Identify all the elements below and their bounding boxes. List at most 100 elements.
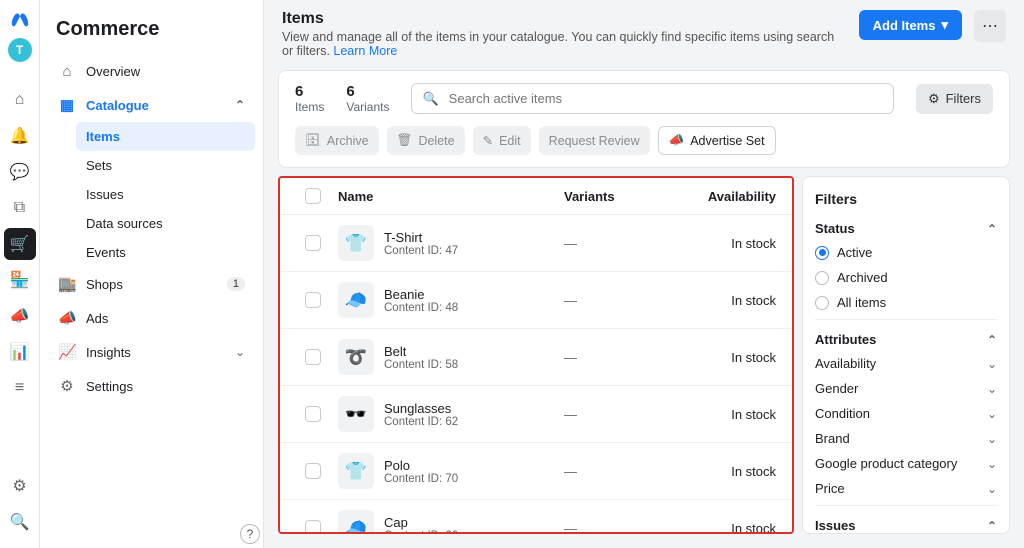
row-checkbox[interactable] (305, 235, 321, 251)
table-row[interactable]: 🧢CapContent ID: 60—In stock (280, 500, 792, 534)
variants-cell: — (564, 236, 674, 251)
chevron-up-icon: ⌃ (235, 98, 245, 112)
analytics-icon[interactable]: 📊 (4, 336, 36, 368)
sidebar-item-ads[interactable]: 📣 Ads (48, 301, 255, 335)
search-icon[interactable]: 🔍 (4, 506, 36, 538)
sidebar-item-settings[interactable]: ⚙ Settings (48, 369, 255, 403)
copy-icon[interactable]: ⧉ (4, 192, 36, 224)
request-review-button[interactable]: Request Review (539, 126, 650, 155)
megaphone-icon: 📣 (669, 133, 685, 148)
menu-icon[interactable]: ≡ (4, 372, 36, 404)
filter-section-issues[interactable]: Issues ⌃ (815, 514, 997, 534)
bell-icon[interactable]: 🔔 (4, 120, 36, 152)
more-button[interactable]: ⋯ (974, 10, 1006, 42)
radio-icon (815, 246, 829, 260)
store-icon[interactable]: 🏪 (4, 264, 36, 296)
chevron-up-icon: ⌃ (987, 333, 997, 347)
page-subtitle: View and manage all of the items in your… (282, 30, 847, 58)
table-header: Name Variants Availability (280, 178, 792, 215)
attribute-row[interactable]: Price⌄ (815, 476, 997, 501)
product-meta: Content ID: 48 (384, 302, 458, 314)
chevron-up-icon: ⌃ (987, 519, 997, 533)
megaphone-icon: 📣 (58, 309, 76, 327)
sidebar-item-shops[interactable]: 🏬 Shops 1 (48, 267, 255, 301)
row-checkbox[interactable] (305, 349, 321, 365)
variants-cell: — (564, 293, 674, 308)
product-thumbnail: ➰ (338, 339, 374, 375)
variants-cell: — (564, 464, 674, 479)
row-checkbox[interactable] (305, 406, 321, 422)
sidebar-item-sets[interactable]: Sets (76, 151, 255, 180)
archive-button[interactable]: 🗄Archive (295, 126, 379, 155)
product-meta: Content ID: 58 (384, 359, 458, 371)
sidebar-item-catalogue[interactable]: ▦ Catalogue ⌃ (48, 88, 255, 122)
availability-cell: In stock (674, 464, 784, 479)
sidebar-item-data-sources[interactable]: Data sources (76, 209, 255, 238)
add-items-button[interactable]: Add Items ▾ (859, 10, 962, 40)
sidebar-item-label: Insights (86, 345, 131, 360)
items-table: Name Variants Availability 👕T-ShirtConte… (278, 176, 794, 534)
edit-button[interactable]: ✎Edit (473, 126, 531, 155)
attribute-row[interactable]: Availability⌄ (815, 351, 997, 376)
sidebar-item-events[interactable]: Events (76, 238, 255, 267)
chevron-down-icon: ⌄ (987, 407, 997, 421)
filters-title: Filters (815, 191, 997, 207)
attribute-row[interactable]: Brand⌄ (815, 426, 997, 451)
filter-section-status[interactable]: Status ⌃ (815, 217, 997, 240)
chat-icon[interactable]: 💬 (4, 156, 36, 188)
product-name: Sunglasses (384, 401, 458, 416)
availability-cell: In stock (674, 521, 784, 535)
advertise-set-button[interactable]: 📣Advertise Set (658, 126, 776, 155)
variants-cell: — (564, 407, 674, 422)
shop-icon: 🏬 (58, 275, 76, 293)
sidebar-item-overview[interactable]: ⌂ Overview (48, 55, 255, 88)
col-name: Name (338, 189, 564, 204)
select-all-checkbox[interactable] (305, 188, 321, 204)
megaphone-icon[interactable]: 📣 (4, 300, 36, 332)
availability-cell: In stock (674, 236, 784, 251)
home-icon[interactable]: ⌂ (4, 84, 36, 116)
product-thumbnail: 🕶️ (338, 396, 374, 432)
gear-icon[interactable]: ⚙ (4, 470, 36, 502)
learn-more-link[interactable]: Learn More (333, 44, 397, 58)
sidebar-item-label: Catalogue (86, 98, 149, 113)
attribute-row[interactable]: Condition⌄ (815, 401, 997, 426)
metric-items: 6 Items (295, 83, 324, 114)
status-active[interactable]: Active (815, 240, 997, 265)
status-archived[interactable]: Archived (815, 265, 997, 290)
table-row[interactable]: ➰BeltContent ID: 58—In stock (280, 329, 792, 386)
sidebar-item-label: Settings (86, 379, 133, 394)
table-row[interactable]: 👕PoloContent ID: 70—In stock (280, 443, 792, 500)
sidebar-item-issues[interactable]: Issues (76, 180, 255, 209)
row-checkbox[interactable] (305, 292, 321, 308)
variants-cell: — (564, 521, 674, 535)
table-row[interactable]: 👕T-ShirtContent ID: 47—In stock (280, 215, 792, 272)
filters-panel: Filters Status ⌃ Active Archived All ite… (802, 176, 1010, 534)
attribute-row[interactable]: Gender⌄ (815, 376, 997, 401)
cart-icon[interactable]: 🛒 (4, 228, 36, 260)
caret-down-icon: ▾ (941, 17, 948, 33)
row-checkbox[interactable] (305, 463, 321, 479)
table-row[interactable]: 🧢BeanieContent ID: 48—In stock (280, 272, 792, 329)
attribute-row[interactable]: Google product category⌄ (815, 451, 997, 476)
variants-cell: — (564, 350, 674, 365)
filters-button[interactable]: ⚙ Filters (916, 84, 993, 114)
search-input[interactable] (447, 90, 883, 107)
help-icon[interactable]: ? (240, 524, 260, 544)
home-icon: ⌂ (58, 63, 76, 80)
row-checkbox[interactable] (305, 520, 321, 534)
avatar[interactable]: T (8, 38, 32, 62)
product-meta: Content ID: 60 (384, 530, 458, 535)
grid-icon: ▦ (58, 96, 76, 114)
col-availability: Availability (674, 189, 784, 204)
sidebar-item-label: Ads (86, 311, 108, 326)
delete-button[interactable]: 🗑Delete (387, 126, 465, 155)
table-row[interactable]: 🕶️SunglassesContent ID: 62—In stock (280, 386, 792, 443)
sidebar-item-insights[interactable]: 📈 Insights ⌄ (48, 335, 255, 369)
product-thumbnail: 🧢 (338, 510, 374, 534)
status-all[interactable]: All items (815, 290, 997, 315)
filter-section-attributes[interactable]: Attributes ⌃ (815, 328, 997, 351)
toolbar: 🗄Archive 🗑Delete ✎Edit Request Review 📣A… (279, 126, 1009, 167)
search-input-wrap[interactable]: 🔍 (411, 83, 893, 114)
sidebar-item-items[interactable]: Items (76, 122, 255, 151)
